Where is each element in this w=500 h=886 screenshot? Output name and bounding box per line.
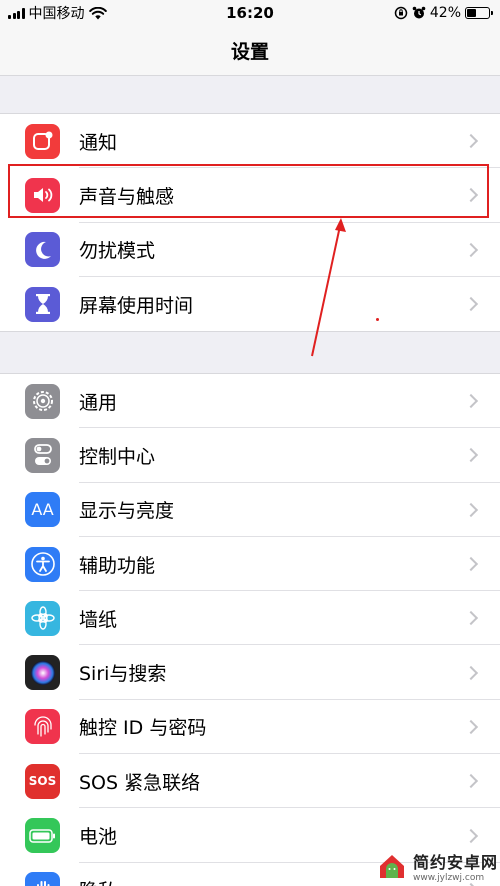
watermark: 简约安卓网 www.jylzwj.com [376, 846, 500, 886]
settings-row-do-not-disturb[interactable]: 勿扰模式 [0, 223, 500, 277]
row-label: SOS 紧急联络 [79, 771, 201, 794]
settings-row-siri[interactable]: Siri与搜索 [0, 645, 500, 700]
settings-row-control-center[interactable]: 控制中心 [0, 428, 500, 483]
chevron-right-icon [463, 611, 479, 626]
chevron-right-icon [463, 394, 479, 409]
accessibility-icon [25, 546, 60, 582]
settings-row-screen-time[interactable]: 屏幕使用时间 [0, 277, 500, 331]
chevron-right-icon [463, 719, 479, 734]
toggles-icon [25, 437, 60, 473]
alarm-icon [412, 6, 426, 19]
row-label: 通用 [79, 391, 118, 414]
row-label: 隐私 [79, 876, 117, 886]
row-label: 墙纸 [79, 608, 118, 631]
sos-icon: SOS [25, 763, 60, 799]
status-right: 42% [394, 5, 493, 21]
aa-icon-text: AA [31, 500, 54, 520]
hourglass-icon [25, 286, 60, 322]
settings-row-sounds[interactable]: 声音与触感 [0, 168, 500, 223]
settings-row-accessibility[interactable]: 辅助功能 [0, 537, 500, 592]
row-label: 通知 [79, 131, 118, 154]
settings-group-1: 通知 声音与触感 勿扰模式 屏幕使用时间 [0, 113, 500, 333]
rotation-lock-icon [394, 6, 408, 20]
chevron-right-icon [463, 502, 479, 517]
battery-percent: 42% [429, 5, 461, 21]
annotation-dot [376, 318, 379, 321]
chevron-right-icon [463, 134, 479, 149]
row-label: 显示与亮度 [79, 500, 175, 523]
page-title: 设置 [230, 41, 269, 63]
row-label: 声音与触感 [79, 185, 175, 208]
settings-group-2: 通用 控制中心 AA 显示与亮度 辅助功能 墙纸 Siri与搜索 触控 ID 与… [0, 373, 500, 886]
settings-row-wallpaper[interactable]: 墙纸 [0, 591, 500, 646]
settings-row-touch-id[interactable]: 触控 ID 与密码 [0, 700, 500, 755]
sos-icon-text: SOS [28, 774, 57, 789]
settings-row-sos[interactable]: SOS SOS 紧急联络 [0, 754, 500, 809]
moon-icon [25, 232, 60, 268]
watermark-logo-icon [376, 850, 408, 882]
settings-row-notifications[interactable]: 通知 [0, 114, 500, 169]
wifi-icon [88, 6, 107, 19]
chevron-right-icon [463, 242, 479, 257]
chevron-right-icon [463, 188, 479, 203]
fingerprint-icon [25, 709, 60, 745]
chevron-right-icon [463, 665, 479, 680]
status-left: 中国移动 [8, 3, 107, 23]
row-label: 勿扰模式 [79, 240, 156, 263]
signal-icon [8, 7, 25, 19]
chevron-right-icon [463, 296, 479, 312]
gear-icon [25, 383, 60, 419]
flower-icon [25, 600, 60, 636]
row-label: 电池 [79, 826, 118, 849]
hand-icon [25, 872, 60, 886]
carrier-label: 中国移动 [28, 6, 85, 22]
notifications-icon [25, 123, 60, 159]
battery-icon [25, 818, 60, 854]
settings-row-display[interactable]: AA 显示与亮度 [0, 483, 500, 537]
row-label: 控制中心 [79, 445, 156, 468]
watermark-url: www.jylzwj.com [413, 873, 485, 883]
sound-icon [25, 177, 60, 213]
row-label: 辅助功能 [79, 554, 156, 577]
chevron-right-icon [463, 448, 479, 463]
row-label: 屏幕使用时间 [79, 294, 194, 317]
chevron-right-icon [463, 774, 479, 789]
row-label: Siri与搜索 [79, 663, 167, 686]
siri-icon [25, 655, 60, 691]
battery-fill [467, 9, 476, 17]
chevron-right-icon [463, 556, 479, 572]
aa-icon: AA [25, 492, 60, 528]
battery-indicator-icon [465, 7, 493, 19]
settings-row-general[interactable]: 通用 [0, 374, 500, 429]
navigation-bar: 设置 [0, 26, 500, 76]
status-bar: 中国移动 16:20 42% [0, 0, 500, 26]
watermark-name: 简约安卓网 [413, 853, 499, 872]
row-label: 触控 ID 与密码 [79, 717, 207, 740]
chevron-right-icon [463, 828, 479, 843]
